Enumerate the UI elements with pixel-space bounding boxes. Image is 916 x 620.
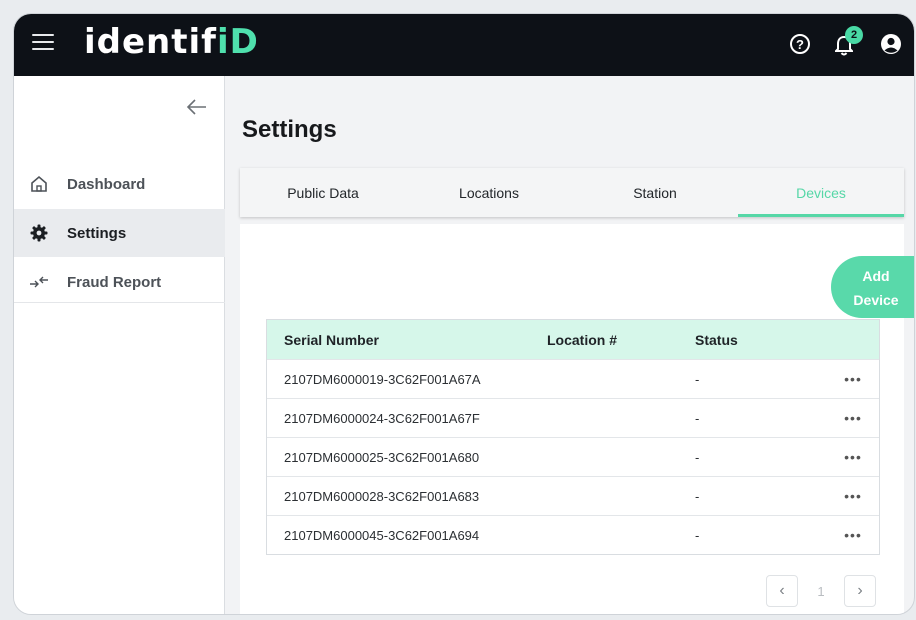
row-actions-icon[interactable]: ••• xyxy=(827,410,879,426)
tab-station[interactable]: Station xyxy=(572,168,738,217)
sidebar-item-dashboard[interactable]: Dashboard xyxy=(14,160,225,208)
table-row[interactable]: 2107DM6000019-3C62F001A67A - ••• xyxy=(267,359,879,398)
main-content: Settings Public Data Locations Station D… xyxy=(226,76,914,614)
table-row[interactable]: 2107DM6000028-3C62F001A683 - ••• xyxy=(267,476,879,515)
row-actions-icon[interactable]: ••• xyxy=(827,371,879,387)
add-device-button[interactable]: Add Device xyxy=(831,256,914,318)
notifications-button[interactable]: 2 xyxy=(834,26,863,56)
sidebar-item-label: Dashboard xyxy=(67,175,146,193)
row-actions-icon[interactable]: ••• xyxy=(827,527,879,543)
tab-devices[interactable]: Devices xyxy=(738,168,904,217)
sidebar-item-settings[interactable]: Settings xyxy=(14,209,225,257)
serial-cell: 2107DM6000019-3C62F001A67A xyxy=(284,371,481,387)
page-title: Settings xyxy=(242,116,337,143)
add-device-label-line1: Add xyxy=(862,268,890,284)
prev-page-button[interactable]: ‹ xyxy=(766,575,798,607)
header-status: Status xyxy=(695,331,738,348)
sidebar-divider xyxy=(14,302,225,303)
status-cell: - xyxy=(695,410,700,426)
logo: identifiD xyxy=(84,22,259,62)
help-icon[interactable]: ? xyxy=(790,34,810,54)
tab-locations[interactable]: Locations xyxy=(406,168,572,217)
table-row[interactable]: 2107DM6000025-3C62F001A680 - ••• xyxy=(267,437,879,476)
header-location: Location # xyxy=(547,331,618,348)
app-window: identifiD ? 2 Dashboard Settings Fraud R… xyxy=(13,13,915,615)
sidebar-item-label: Settings xyxy=(67,224,127,242)
pagination: ‹ 1 › xyxy=(766,575,876,607)
row-actions-icon[interactable]: ••• xyxy=(827,488,879,504)
add-device-label-line2: Device xyxy=(853,292,899,308)
serial-cell: 2107DM6000028-3C62F001A683 xyxy=(284,488,480,504)
sidebar: Dashboard Settings Fraud Report xyxy=(14,76,225,614)
hamburger-menu-icon[interactable] xyxy=(32,34,54,52)
transfer-arrows-icon xyxy=(29,272,49,292)
header-serial-number: Serial Number xyxy=(284,331,379,348)
sidebar-item-fraud-report[interactable]: Fraud Report xyxy=(14,258,225,306)
serial-cell: 2107DM6000025-3C62F001A680 xyxy=(284,449,480,465)
next-page-button[interactable]: › xyxy=(844,575,876,607)
status-cell: - xyxy=(695,527,700,543)
devices-table: Serial Number Location # Status 2107DM60… xyxy=(266,319,880,555)
serial-cell: 2107DM6000024-3C62F001A67F xyxy=(284,410,480,426)
row-actions-icon[interactable]: ••• xyxy=(827,449,879,465)
tab-public-data[interactable]: Public Data xyxy=(240,168,406,217)
settings-tabs: Public Data Locations Station Devices xyxy=(240,168,904,217)
notification-badge: 2 xyxy=(845,26,863,44)
user-account-icon[interactable] xyxy=(880,33,902,55)
status-cell: - xyxy=(695,449,700,465)
collapse-arrow-icon[interactable] xyxy=(186,96,208,118)
status-cell: - xyxy=(695,371,700,387)
sidebar-item-label: Fraud Report xyxy=(67,273,162,291)
table-row[interactable]: 2107DM6000024-3C62F001A67F - ••• xyxy=(267,398,879,437)
serial-cell: 2107DM6000045-3C62F001A694 xyxy=(284,527,480,543)
home-icon xyxy=(29,174,49,194)
top-bar: identifiD ? 2 xyxy=(14,14,914,76)
status-cell: - xyxy=(695,488,700,504)
table-header: Serial Number Location # Status xyxy=(267,320,879,359)
table-row[interactable]: 2107DM6000045-3C62F001A694 - ••• xyxy=(267,515,879,554)
gear-icon xyxy=(29,223,49,243)
current-page: 1 xyxy=(817,583,825,599)
